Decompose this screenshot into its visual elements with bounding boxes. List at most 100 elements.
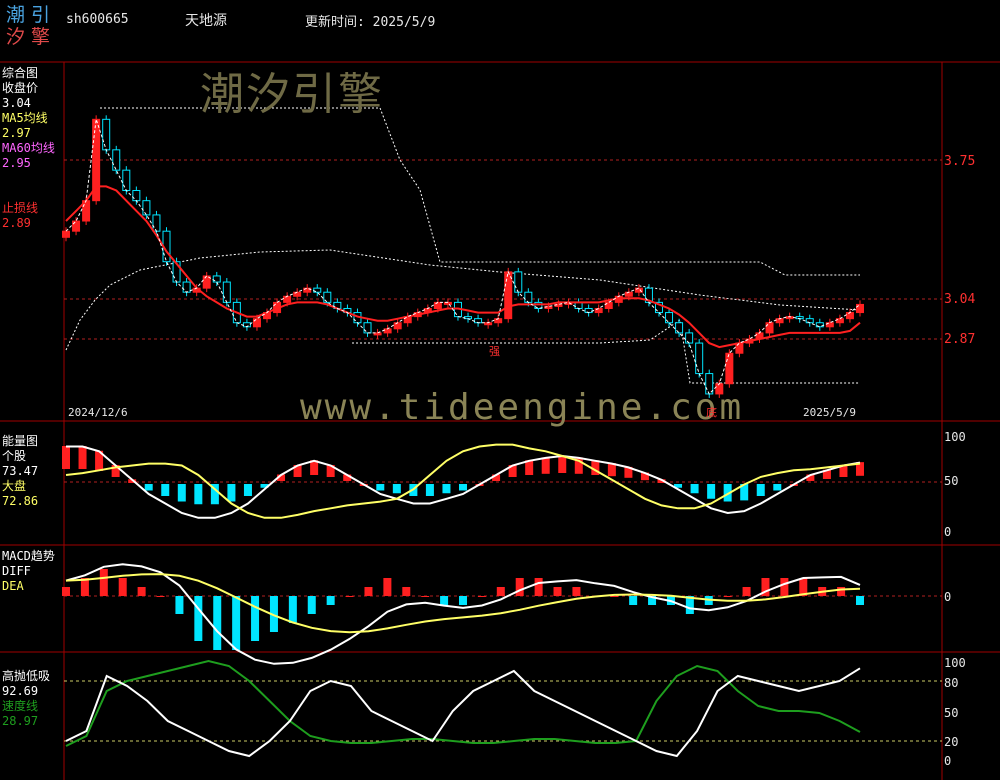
macd-bar [837, 587, 846, 596]
stop-value: 2.89 [2, 216, 31, 230]
candle-body [685, 332, 694, 344]
macd-bar [345, 596, 354, 597]
macd-diff-line [65, 563, 861, 665]
energy-bar [607, 463, 616, 477]
candle-body [504, 271, 513, 320]
price-axis-287: 2.87 [944, 332, 976, 347]
hilo-speed-value: 28.97 [2, 714, 39, 728]
candle-body [524, 291, 533, 303]
candle-body [474, 318, 483, 324]
candle-body [695, 342, 704, 375]
energy-market-label: 大盘 [2, 479, 27, 493]
candle-body [775, 318, 784, 324]
hilo-speed-label: 速度线 [2, 699, 39, 713]
macd-bar [496, 587, 505, 596]
ma60-value: 2.95 [2, 156, 31, 170]
candle-body [665, 312, 674, 324]
energy-tick-50: 50 [944, 474, 959, 488]
energy-stock-label: 个股 [2, 449, 27, 463]
hilo-tick-80: 80 [944, 676, 959, 690]
macd-legend: MACD趋势 DIFF DEA [2, 549, 55, 594]
macd-title: MACD趋势 [2, 549, 55, 563]
candle-body [494, 318, 503, 324]
hilo-speed-line [65, 659, 861, 747]
energy-bar [690, 484, 699, 494]
energy-bar [392, 484, 401, 494]
macd-bar [515, 578, 524, 596]
candle-body [675, 322, 684, 334]
macd-bar [251, 596, 260, 641]
energy-bar [558, 455, 567, 473]
energy-bar [62, 446, 70, 469]
candle-body [152, 214, 161, 232]
candle-body [72, 220, 81, 232]
upper-envelope [65, 249, 861, 351]
ma5-label: MA5均线 [2, 111, 48, 125]
macd-bar [421, 596, 430, 597]
energy-bar [773, 484, 782, 491]
candle-body [132, 190, 141, 202]
energy-bar [376, 484, 385, 491]
macd-bar [99, 569, 108, 596]
hilo-legend: 高抛低吸 92.69 速度线 28.97 [2, 669, 50, 729]
macd-bar [402, 587, 411, 596]
close-label: 收盘价 [2, 81, 39, 95]
energy-bar [243, 484, 252, 496]
macd-bar [364, 587, 373, 596]
resistance-band [100, 107, 860, 276]
candle-body [222, 281, 231, 303]
candle-body [62, 230, 70, 238]
macd-bar [62, 587, 70, 596]
candle-body [856, 303, 864, 314]
energy-market-line [65, 443, 861, 519]
candle-body [845, 312, 854, 320]
energy-bar [161, 484, 170, 496]
energy-bar [756, 484, 765, 496]
macd-bar [326, 596, 335, 605]
energy-bar [525, 460, 534, 475]
hilo-tick-20: 20 [944, 735, 959, 749]
candle-body [283, 295, 292, 303]
macd-bar [723, 596, 732, 597]
main-title: 综合图 [2, 66, 39, 80]
candle-body [102, 118, 111, 151]
candle-body [765, 322, 774, 334]
mark-strong: 强 [489, 345, 500, 358]
macd-bar [459, 596, 467, 605]
mark-bottom: 底 [706, 406, 717, 419]
macd-diff-label: DIFF [2, 564, 31, 578]
macd-bar [553, 587, 562, 596]
macd-bar [118, 578, 127, 596]
candle-body [182, 281, 191, 293]
candle-body [584, 307, 593, 314]
energy-tick-0: 0 [944, 525, 952, 539]
candle-body [323, 291, 332, 303]
ma60-line [65, 185, 861, 349]
macd-bar [856, 596, 864, 605]
energy-bar [442, 484, 451, 494]
macd-bar [307, 596, 316, 614]
candle-body [433, 301, 442, 309]
macd-bar [213, 596, 222, 650]
macd-bar [477, 596, 486, 597]
hilo-title: 高抛低吸 [2, 669, 51, 683]
stop-label: 止损线 [2, 201, 39, 215]
ma5-value: 2.97 [2, 126, 31, 140]
energy-bar [227, 484, 236, 502]
macd-dea-label: DEA [2, 579, 24, 593]
macd-bar [156, 596, 165, 597]
candle-body [725, 352, 734, 385]
watermark-en: www.tideengine.com [300, 387, 745, 428]
energy-title: 能量图 [2, 434, 39, 448]
support-band [352, 319, 860, 384]
energy-bar [425, 484, 434, 496]
hilo-tick-100: 100 [944, 656, 966, 670]
energy-bar [310, 460, 319, 475]
hilo-tick-0: 0 [944, 754, 952, 768]
energy-bar [144, 484, 153, 491]
energy-bar [194, 484, 203, 505]
main-panel-legend: 综合图 收盘价 3.04 MA5均线 2.97 MA60均线 2.95 止损线 … [2, 66, 55, 231]
price-axis-304: 3.04 [944, 292, 976, 307]
macd-tick-0: 0 [944, 590, 952, 604]
macd-bar [534, 578, 543, 596]
